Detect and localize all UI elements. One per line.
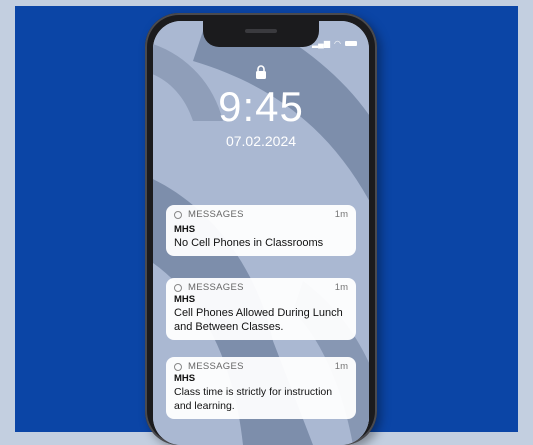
notification-sender: MHS <box>174 294 196 305</box>
notification-body: Class time is strictly for instruction a… <box>174 386 333 412</box>
notification-card[interactable]: MESSAGES 1m MHS Cell Phones Allowed Duri… <box>166 278 356 340</box>
lockscreen-time: 9:45 <box>218 83 304 130</box>
notification-body: Cell Phones Allowed During Lunch and Bet… <box>174 307 343 333</box>
lockscreen-date: 07.02.2024 <box>225 133 297 149</box>
message-app-icon <box>174 362 182 371</box>
signal-icon: ▂▄▆ <box>312 39 331 48</box>
notification-sender: MHS <box>174 224 196 235</box>
notification-age: 1m <box>334 282 348 293</box>
wifi-icon: ◠ <box>334 39 341 48</box>
message-app-icon <box>174 283 182 292</box>
notification-sender: MHS <box>174 373 196 384</box>
notification-app-name: MESSAGES <box>188 209 244 220</box>
notch <box>203 21 319 47</box>
speaker-grille <box>245 29 277 33</box>
message-app-icon <box>174 210 182 219</box>
notification-age: 1m <box>334 361 348 372</box>
phone-frame: ▂▄▆ ◠ 9:45 07.02.2024 MESSAGES 1m MHS No… <box>145 13 377 445</box>
lock-icon <box>256 65 266 79</box>
notification-body: No Cell Phones in Classrooms <box>174 237 324 249</box>
notification-card[interactable]: MESSAGES 1m MHS No Cell Phones in Classr… <box>166 205 356 256</box>
notification-app-name: MESSAGES <box>188 282 244 293</box>
battery-icon <box>345 41 357 46</box>
notification-age: 1m <box>334 209 348 220</box>
status-bar-icons: ▂▄▆ ◠ <box>312 39 357 48</box>
lock-screen: ▂▄▆ ◠ 9:45 07.02.2024 MESSAGES 1m MHS No… <box>153 21 369 445</box>
notification-app-name: MESSAGES <box>188 361 244 372</box>
notification-card[interactable]: MESSAGES 1m MHS Class time is strictly f… <box>166 357 356 419</box>
